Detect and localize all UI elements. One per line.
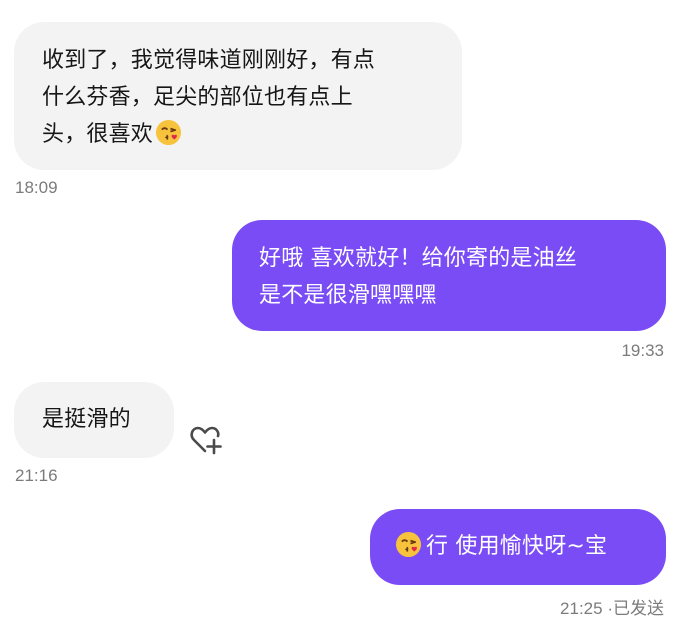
incoming-message-bubble[interactable]: 是挺滑的 xyxy=(14,382,174,458)
message-text-line: 是挺滑的 xyxy=(42,407,131,432)
message-timestamp: 18:09 xyxy=(15,178,58,197)
message-timestamp: 21:16 xyxy=(15,466,58,485)
delivery-status: 已发送 xyxy=(613,599,664,618)
message-text-line: 是不是很滑嘿嘿嘿 xyxy=(259,283,437,308)
outgoing-message-bubble[interactable]: 行 使用愉快呀~宝 xyxy=(370,509,666,585)
outgoing-message-bubble[interactable]: 好哦 喜欢就好！给你寄的是油丝 是不是很滑嘿嘿嘿 xyxy=(232,220,666,331)
message-timestamp: 21:25 xyxy=(560,599,603,618)
message-text-line: 什么芬香，足尖的部位也有点上 xyxy=(42,85,353,110)
message-text-line: 行 使用愉快呀~宝 xyxy=(395,528,666,565)
message-text-line: 头，很喜欢 xyxy=(42,116,442,153)
heart-plus-icon[interactable] xyxy=(188,422,224,458)
kissing-heart-emoji xyxy=(395,531,422,558)
message-text-line: 收到了，我觉得味道刚刚好，有点 xyxy=(42,48,376,73)
message-timestamp: 19:33 xyxy=(621,341,664,360)
kissing-heart-emoji xyxy=(155,119,182,146)
incoming-message-bubble[interactable]: 收到了，我觉得味道刚刚好，有点 什么芬香，足尖的部位也有点上 头，很喜欢 xyxy=(14,22,462,170)
message-status-row: 21:25 ·已发送 xyxy=(560,594,664,619)
message-text-line: 好哦 喜欢就好！给你寄的是油丝 xyxy=(259,246,577,271)
